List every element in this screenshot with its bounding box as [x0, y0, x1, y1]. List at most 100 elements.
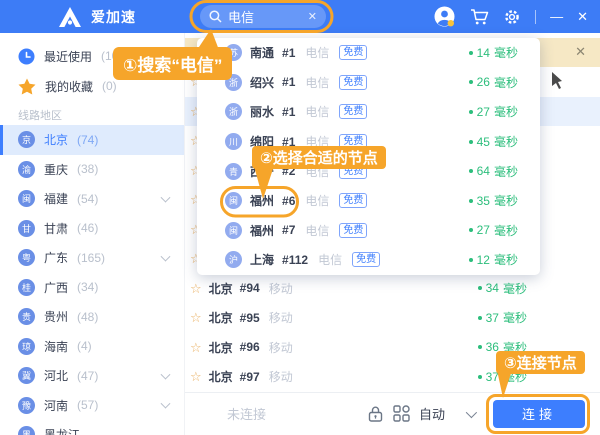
node-row[interactable]: ☆ 北京 #95 移动 37毫秒: [185, 303, 600, 333]
region-count: (165): [77, 251, 105, 265]
latency-dot: [478, 375, 482, 379]
node-row[interactable]: ☆ 北京 #96 移动 36毫秒: [185, 333, 600, 363]
latency-dot: [469, 169, 473, 173]
region-label: 福建: [44, 190, 68, 207]
region-label: 广西: [44, 279, 68, 296]
node-carrier: 电信: [318, 251, 342, 268]
favorite-star-icon[interactable]: ☆: [190, 282, 202, 295]
sidebar: 最近使用 (10) 我的收藏 (0) 线路地区 京 北京 (74) 渝 重庆 (…: [0, 33, 185, 435]
latency-dot: [478, 345, 482, 349]
node-row[interactable]: ☆ 北京 #94 移动 34毫秒: [185, 274, 600, 304]
favorite-star-icon[interactable]: ☆: [190, 341, 202, 354]
node-latency: 64毫秒: [469, 163, 518, 180]
sidebar-region-item[interactable]: 黑 黑龙江: [0, 420, 184, 435]
node-carrier: 移动: [269, 309, 293, 326]
sidebar-region-item[interactable]: 桂 广西 (34): [0, 273, 184, 303]
sidebar-region-item[interactable]: 渝 重庆 (38): [0, 155, 184, 185]
settings-gear-icon[interactable]: [503, 8, 521, 26]
region-badge: 闽: [18, 190, 35, 207]
region-badge: 豫: [18, 397, 35, 414]
latency-dot: [469, 110, 473, 114]
sidebar-region-item[interactable]: 京 北京 (74): [0, 125, 184, 155]
search-results-dropdown: 苏 南通 #1 电信 免费 14毫秒 浙 绍兴 #1 电信 免费 26毫秒 浙 …: [197, 38, 540, 275]
node-carrier: 电信: [305, 163, 329, 180]
region-count: (48): [77, 310, 98, 324]
header-divider: [535, 10, 536, 24]
search-result-row[interactable]: 闽 福州 #6 电信 免费 35毫秒: [197, 186, 540, 216]
search-clear-icon[interactable]: ✕: [308, 10, 317, 23]
sidebar-region-item[interactable]: 甘 甘肃 (46): [0, 214, 184, 244]
node-name: 绍兴: [250, 74, 274, 91]
region-badge: 琼: [18, 338, 35, 355]
app-logo-icon: [57, 5, 83, 29]
node-latency: 27毫秒: [469, 103, 518, 120]
sidebar-region-item[interactable]: 贵 贵州 (48): [0, 302, 184, 332]
search-icon: [209, 10, 222, 23]
node-number: #2: [282, 164, 295, 178]
close-button[interactable]: ✕: [577, 10, 588, 23]
node-row[interactable]: ☆ 北京 #97 移动 37毫秒: [185, 362, 600, 392]
sidebar-region-item[interactable]: 闽 福建 (54): [0, 184, 184, 214]
chevron-down-icon[interactable]: [161, 369, 171, 379]
sidebar-item-count: (0): [102, 79, 117, 93]
region-label: 广东: [44, 249, 68, 266]
node-latency: 12毫秒: [469, 251, 518, 268]
node-name: 南通: [250, 44, 274, 61]
sidebar-item-favorites[interactable]: 我的收藏 (0): [0, 71, 184, 101]
region-label: 甘肃: [44, 220, 68, 237]
node-name: 北京: [209, 339, 233, 356]
chevron-down-icon[interactable]: [161, 399, 171, 409]
region-list: 京 北京 (74) 渝 重庆 (38) 闽 福建 (54) 甘 甘肃 (46) …: [0, 125, 184, 435]
node-carrier: 移动: [269, 280, 293, 297]
connect-button[interactable]: 连接: [493, 400, 585, 428]
search-result-row[interactable]: 浙 绍兴 #1 电信 免费 26毫秒: [197, 68, 540, 98]
sidebar-region-item[interactable]: 豫 河南 (57): [0, 391, 184, 421]
clock-icon: [18, 48, 35, 65]
node-latency: 37毫秒: [478, 309, 527, 326]
region-label: 河北: [44, 367, 68, 384]
search-input[interactable]: 电信 ✕: [200, 5, 326, 28]
region-label: 北京: [44, 131, 68, 148]
sidebar-section-title: 线路地区: [0, 107, 184, 125]
search-result-row[interactable]: 川 绵阳 #1 电信 免费 45毫秒: [197, 127, 540, 157]
avatar[interactable]: [433, 5, 456, 28]
search-result-row[interactable]: 闽 福州 #7 电信 免费 27毫秒: [197, 216, 540, 246]
search-result-row[interactable]: 青 西宁 #2 电信 免费 64毫秒: [197, 156, 540, 186]
sidebar-region-item[interactable]: 冀 河北 (47): [0, 361, 184, 391]
free-tag: 免费: [339, 193, 367, 208]
search-result-row[interactable]: 沪 上海 #112 电信 免费 12毫秒: [197, 245, 540, 275]
mode-grid-icon[interactable]: [393, 405, 410, 422]
latency-dot: [469, 80, 473, 84]
latency-dot: [478, 286, 482, 290]
chevron-down-icon[interactable]: [161, 251, 171, 261]
chevron-down-icon[interactable]: [466, 407, 477, 418]
minimize-button[interactable]: —: [550, 10, 563, 23]
node-number: #94: [240, 281, 260, 295]
search-result-row[interactable]: 浙 丽水 #1 电信 免费 27毫秒: [197, 97, 540, 127]
sidebar-item-label: 最近使用: [44, 48, 92, 65]
app-window: 爱加速 电信 ✕: [0, 0, 600, 435]
node-name: 上海: [250, 251, 274, 268]
sidebar-item-label: 我的收藏: [45, 78, 93, 95]
favorite-star-icon[interactable]: ☆: [190, 370, 202, 383]
favorite-star-icon[interactable]: ☆: [190, 311, 202, 324]
notification-close-icon[interactable]: ✕: [575, 45, 586, 58]
sidebar-item-recent[interactable]: 最近使用 (10): [0, 41, 184, 71]
search-result-row[interactable]: 苏 南通 #1 电信 免费 14毫秒: [197, 38, 540, 68]
sidebar-region-item[interactable]: 琼 海南 (4): [0, 332, 184, 362]
chevron-down-icon[interactable]: [161, 192, 171, 202]
mode-label[interactable]: 自动: [419, 404, 445, 423]
province-badge: 闽: [225, 222, 242, 239]
lock-icon[interactable]: [367, 405, 384, 423]
region-label: 贵州: [44, 308, 68, 325]
search-value: 电信: [228, 7, 254, 26]
node-name: 绵阳: [250, 133, 274, 150]
sidebar-region-item[interactable]: 粤 广东 (165): [0, 243, 184, 273]
node-carrier: 电信: [305, 44, 329, 61]
shop-cart-icon[interactable]: [470, 8, 489, 26]
node-number: #6: [282, 194, 295, 208]
region-count: (54): [77, 192, 98, 206]
region-label: 河南: [44, 397, 68, 414]
free-tag: 免费: [339, 223, 367, 238]
region-badge: 粤: [18, 249, 35, 266]
